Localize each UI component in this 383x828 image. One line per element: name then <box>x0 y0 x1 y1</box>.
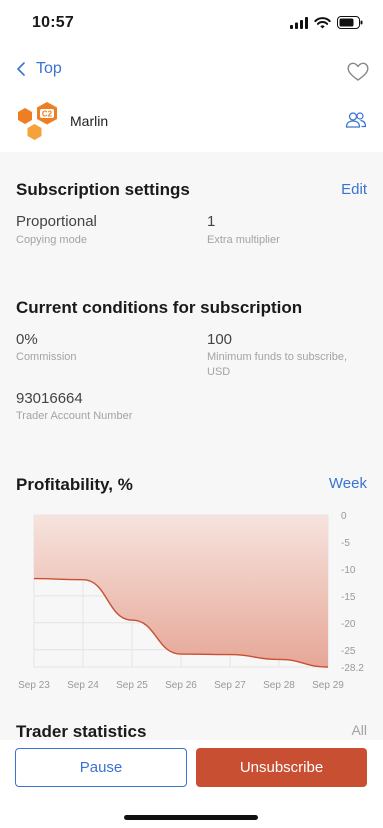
copying-mode-value: Proportional <box>16 213 97 230</box>
chart-y-tick: -28.2 <box>341 663 364 674</box>
commission-label: Commission <box>16 351 77 363</box>
back-label: Top <box>36 60 62 77</box>
multiplier-label: Extra multiplier <box>207 234 280 246</box>
chart-y-tick: 0 <box>341 511 347 522</box>
battery-icon <box>337 16 363 29</box>
min-funds-label-line2: USD <box>207 366 231 378</box>
bottom-action-bar: Pause Unsubscribe <box>0 740 383 828</box>
chart-y-tick: -5 <box>341 538 350 549</box>
trader-logo: C2 <box>18 102 57 140</box>
signal-icon <box>290 16 308 29</box>
profitability-title: Profitability, % <box>16 475 133 494</box>
chart-x-tick: Sep 24 <box>67 680 99 691</box>
multiplier-value: 1 <box>207 213 216 230</box>
status-icons <box>290 16 363 29</box>
account-number-value: 93016664 <box>16 390 83 407</box>
subscription-settings-title: Subscription settings <box>16 180 190 199</box>
period-selector[interactable]: Week <box>329 475 367 492</box>
status-time: 10:57 <box>32 14 74 31</box>
subscribers-icon[interactable] <box>345 111 367 129</box>
wifi-icon <box>314 16 331 28</box>
heart-icon[interactable] <box>347 62 369 82</box>
chart-x-tick: Sep 29 <box>312 680 344 691</box>
edit-link[interactable]: Edit <box>341 181 367 198</box>
chart-y-tick: -25 <box>341 646 356 657</box>
min-funds-value: 100 <box>207 331 233 348</box>
chart-x-tick: Sep 26 <box>165 680 197 691</box>
min-funds-label-line1: Minimum funds to subscribe, <box>207 351 347 363</box>
statistics-all-link[interactable]: All <box>351 722 367 738</box>
profitability-chart: 0 -5 -10 -15 -20 -25 -28.2 Sep 23 Sep 24 Sep 25 S… <box>18 511 364 691</box>
chart-y-tick: -20 <box>341 619 356 630</box>
unsubscribe-button[interactable]: Unsubscribe <box>196 748 367 787</box>
commission-value: 0% <box>16 331 38 348</box>
pause-button[interactable]: Pause <box>15 748 187 787</box>
chart-x-tick: Sep 27 <box>214 680 246 691</box>
nav-bar: Top <box>0 52 383 92</box>
trader-statistics-title: Trader statistics <box>16 722 147 741</box>
chart-x-tick: Sep 23 <box>18 680 50 691</box>
home-indicator <box>124 815 258 820</box>
chevron-left-icon <box>17 62 25 76</box>
account-number-label: Trader Account Number <box>16 410 133 422</box>
trader-header: C2 Marlin <box>16 100 367 142</box>
chart-y-tick: -10 <box>341 565 356 576</box>
chart-x-tick: Sep 25 <box>116 680 148 691</box>
chart-y-tick: -15 <box>341 592 356 603</box>
chart-x-tick: Sep 28 <box>263 680 295 691</box>
logo-text: C2 <box>42 110 53 119</box>
copying-mode-label: Copying mode <box>16 234 87 246</box>
trader-name: Marlin <box>70 113 109 129</box>
back-button[interactable]: Top <box>16 60 62 78</box>
conditions-title: Current conditions for subscription <box>16 298 303 317</box>
chart-area-fill <box>34 515 328 667</box>
status-bar: 10:57 <box>0 0 383 48</box>
